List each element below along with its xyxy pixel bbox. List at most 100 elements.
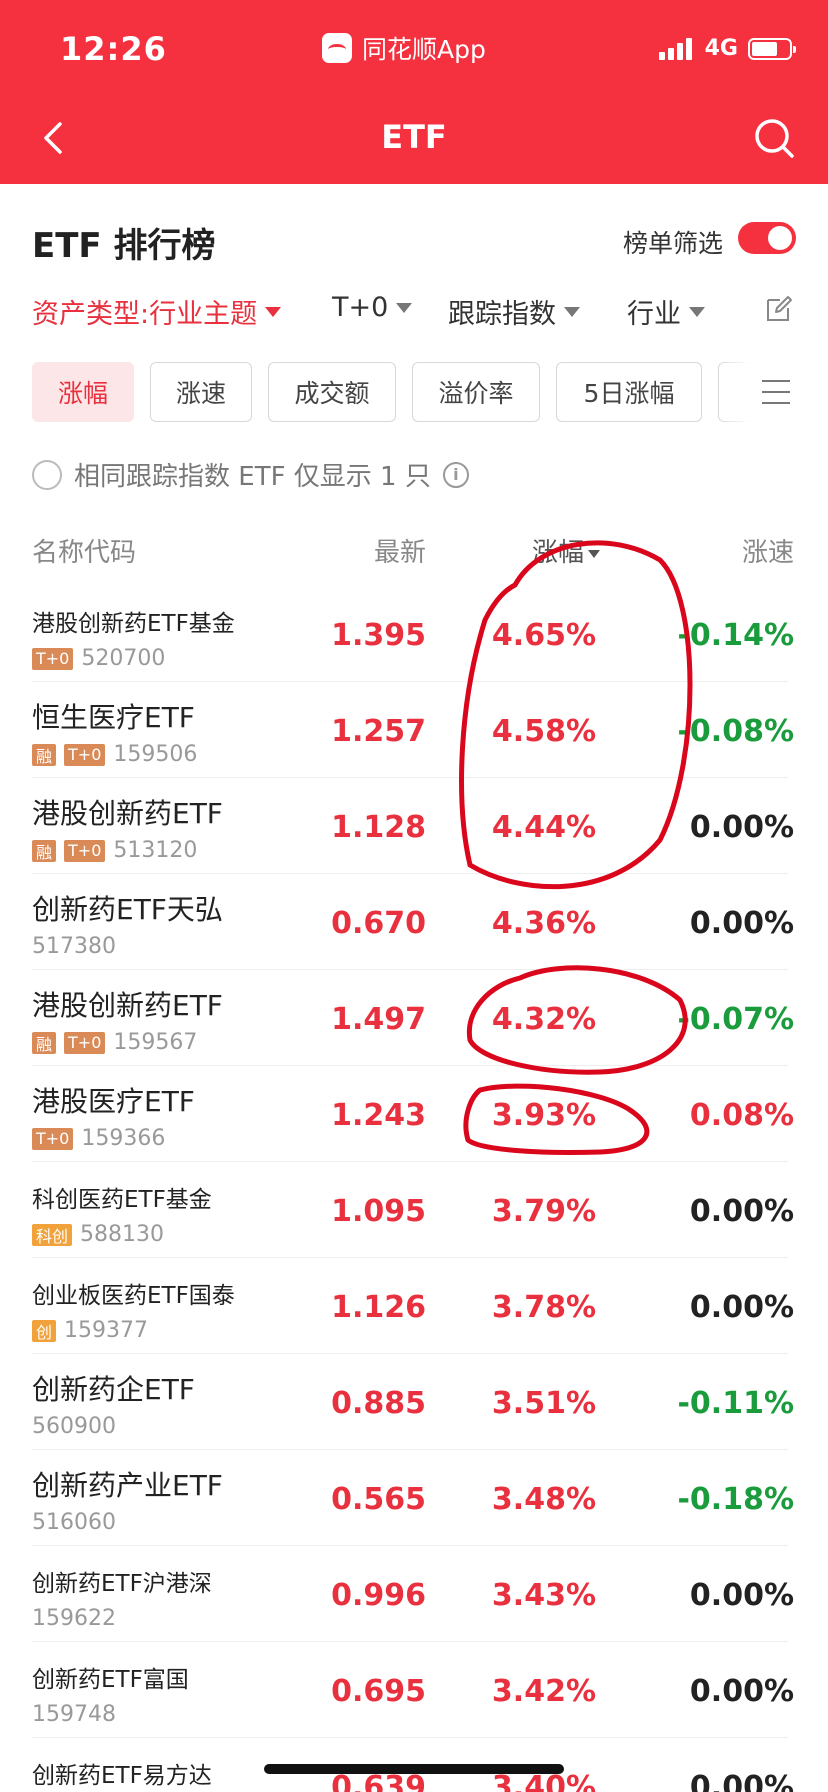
etf-latest-price: 1.095 xyxy=(331,1194,426,1229)
section-header: ETF 排行榜 榜单筛选 xyxy=(0,184,828,284)
etf-name: 创新药ETF易方达 xyxy=(32,1763,212,1789)
etf-meta: 159748 xyxy=(32,1702,116,1727)
filter-label: 行业 xyxy=(627,299,681,330)
etf-tag: T+0 xyxy=(64,1031,106,1054)
etf-code: 159567 xyxy=(113,1030,198,1055)
etf-meta: T+0 520700 xyxy=(32,646,165,671)
filter-bar: 资产类型:行业主题 T+0 跟踪指数 行业 xyxy=(0,284,828,346)
etf-change: 3.43% xyxy=(491,1578,596,1613)
etf-change: 4.36% xyxy=(491,906,596,941)
info-icon[interactable]: i xyxy=(442,461,469,488)
etf-name: 港股创新药ETF xyxy=(32,797,223,830)
app-logo-icon xyxy=(322,33,352,63)
filter-asset-type[interactable]: 资产类型:行业主题 xyxy=(32,292,282,331)
etf-speed: -0.18% xyxy=(677,1482,794,1517)
etf-meta: 560900 xyxy=(32,1414,116,1439)
table-row[interactable]: 港股医疗ETF T+0 159366 1.243 3.93% 0.08% xyxy=(0,1066,828,1162)
table-row[interactable]: 港股创新药ETF基金 T+0 520700 1.395 4.65% -0.14% xyxy=(0,586,828,682)
filter-label: 跟踪指数 xyxy=(448,299,556,330)
menu-icon[interactable] xyxy=(718,360,828,424)
column-header-change[interactable]: 涨幅 xyxy=(532,532,600,569)
etf-change: 4.65% xyxy=(491,618,596,653)
etf-tag: 科创 xyxy=(32,1223,73,1246)
page-title: ETF 排行榜 xyxy=(32,226,216,266)
etf-meta: 融 T+0 159506 xyxy=(32,742,197,767)
sort-tab-change[interactable]: 涨幅 xyxy=(32,362,134,422)
same-index-label: 相同跟踪指数 ETF 仅显示 1 只 xyxy=(74,462,431,492)
signal-icon xyxy=(658,37,695,60)
etf-change: 3.42% xyxy=(491,1674,596,1709)
etf-latest-price: 0.885 xyxy=(331,1386,426,1421)
caret-down-icon xyxy=(396,302,413,313)
etf-change: 4.32% xyxy=(491,1002,596,1037)
column-header-latest[interactable]: 最新 xyxy=(374,532,426,569)
etf-change: 3.48% xyxy=(491,1482,596,1517)
etf-code: 513120 xyxy=(113,838,198,863)
table-row[interactable]: 创新药企ETF 560900 0.885 3.51% -0.11% xyxy=(0,1354,828,1450)
same-index-option[interactable]: 相同跟踪指数 ETF 仅显示 1 只 i xyxy=(32,456,469,493)
sort-tab-speed[interactable]: 涨速 xyxy=(150,362,252,422)
etf-meta: 融 T+0 159567 xyxy=(32,1030,197,1055)
etf-code: 159506 xyxy=(113,742,198,767)
etf-name: 创新药ETF富国 xyxy=(32,1667,189,1693)
caret-down-icon xyxy=(265,306,282,317)
battery-icon xyxy=(748,37,796,60)
status-indicators: 4G xyxy=(658,36,796,61)
etf-speed: 0.00% xyxy=(689,1194,794,1229)
etf-tag: 融 xyxy=(32,743,57,766)
top-bar: 12:26 同花顺App 4G ETF xyxy=(0,0,828,184)
network-label: 4G xyxy=(704,36,738,61)
etf-latest-price: 0.670 xyxy=(331,906,426,941)
radio-button[interactable] xyxy=(32,459,62,490)
sort-desc-icon xyxy=(588,549,600,558)
etf-name: 创业板医药ETF国泰 xyxy=(32,1283,235,1309)
etf-change: 3.51% xyxy=(491,1386,596,1421)
etf-name: 港股创新药ETF基金 xyxy=(32,611,235,637)
search-icon[interactable] xyxy=(752,116,796,160)
etf-name: 科创医药ETF基金 xyxy=(32,1187,212,1213)
etf-latest-price: 1.395 xyxy=(331,618,426,653)
list-filter-toggle[interactable] xyxy=(738,222,796,254)
etf-code: 516060 xyxy=(32,1510,116,1535)
table-row[interactable]: 创新药ETF沪港深 159622 0.996 3.43% 0.00% xyxy=(0,1546,828,1642)
filter-industry[interactable]: 行业 xyxy=(627,292,705,331)
etf-latest-price: 0.695 xyxy=(331,1674,426,1709)
table-row[interactable]: 科创医药ETF基金 科创 588130 1.095 3.79% 0.00% xyxy=(0,1162,828,1258)
etf-latest-price: 0.996 xyxy=(331,1578,426,1613)
table-row[interactable]: 港股创新药ETF 融 T+0 159567 1.497 4.32% -0.07% xyxy=(0,970,828,1066)
etf-latest-price: 1.497 xyxy=(331,1002,426,1037)
table-row[interactable]: 港股创新药ETF 融 T+0 513120 1.128 4.44% 0.00% xyxy=(0,778,828,874)
nav-title: ETF xyxy=(381,118,447,156)
etf-meta: 创 159377 xyxy=(32,1318,148,1343)
etf-change: 4.44% xyxy=(491,810,596,845)
etf-speed: 0.00% xyxy=(689,906,794,941)
etf-code: 159366 xyxy=(81,1126,166,1151)
etf-latest-price: 1.126 xyxy=(331,1290,426,1325)
filter-tracking-index[interactable]: 跟踪指数 xyxy=(448,292,580,331)
table-row[interactable]: 创新药产业ETF 516060 0.565 3.48% -0.18% xyxy=(0,1450,828,1546)
table-row[interactable]: 创新药ETF天弘 517380 0.670 4.36% 0.00% xyxy=(0,874,828,970)
sort-tab-turnover[interactable]: 成交额 xyxy=(268,362,396,422)
table-header: 名称代码 最新 涨幅 涨速 xyxy=(0,520,828,576)
table-row[interactable]: 创新药ETF富国 159748 0.695 3.42% 0.00% xyxy=(0,1642,828,1738)
etf-change: 3.93% xyxy=(491,1098,596,1133)
etf-code: 560900 xyxy=(32,1414,116,1439)
etf-code: 159377 xyxy=(64,1318,148,1343)
sort-tab-5day-change[interactable]: 5日涨幅 xyxy=(556,362,702,422)
etf-meta: 517380 xyxy=(32,934,116,959)
etf-speed: 0.00% xyxy=(689,1674,794,1709)
filter-t0[interactable]: T+0 xyxy=(332,292,413,323)
caret-down-icon xyxy=(564,306,580,317)
home-indicator[interactable] xyxy=(264,1764,564,1774)
etf-speed: 0.00% xyxy=(689,1578,794,1613)
etf-tag: 融 xyxy=(32,1031,57,1054)
edit-icon[interactable] xyxy=(764,294,794,324)
status-app-indicator[interactable]: 同花顺App xyxy=(322,30,486,66)
column-header-speed[interactable]: 涨速 xyxy=(742,532,794,569)
table-row[interactable]: 创业板医药ETF国泰创 159377 1.126 3.78% 0.00% xyxy=(0,1258,828,1354)
etf-tag: T+0 xyxy=(32,1127,74,1150)
table-row[interactable]: 恒生医疗ETF 融 T+0 159506 1.257 4.58% -0.08% xyxy=(0,682,828,778)
sort-tab-premium[interactable]: 溢价率 xyxy=(412,362,540,422)
etf-meta: 科创 588130 xyxy=(32,1222,164,1247)
status-app-name: 同花顺App xyxy=(362,35,486,64)
